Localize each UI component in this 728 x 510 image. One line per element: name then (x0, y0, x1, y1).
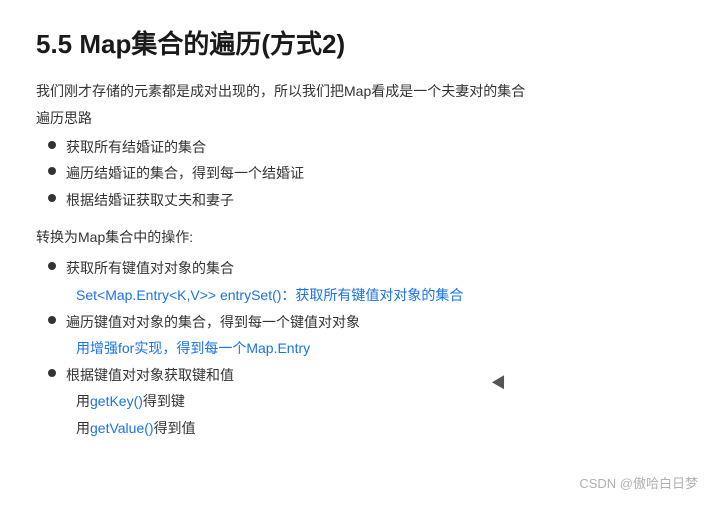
map-bullet-list: 获取所有键值对对象的集合 Set<Map.Entry<K,V>> entrySe… (48, 255, 692, 441)
list-item: 遍历结婚证的集合，得到每一个结婚证 (48, 160, 692, 187)
map-item-1-sub: Set<Map.Entry<K,V>> entrySet()：获取所有键值对对象… (76, 282, 692, 309)
cursor-indicator (494, 378, 508, 390)
analogy-item-1: 获取所有结婚证的集合 (66, 134, 206, 161)
list-item: 根据结婚证获取丈夫和妻子 (48, 187, 692, 214)
bullet-dot (48, 262, 56, 270)
map-list-item-3: 根据键值对对象获取键和值 用getKey()得到键 用getValue()得到值 (48, 362, 692, 442)
map-bullet-item: 根据键值对对象获取键和值 (48, 362, 692, 389)
map-list-item-2: 遍历键值对对象的集合，得到每一个键值对对象 用增强for实现，得到每一个Map.… (48, 309, 692, 362)
intro-line2: 遍历思路 (36, 108, 692, 128)
map-bullet-item: 获取所有键值对对象的集合 (48, 255, 692, 282)
analogy-list: 获取所有结婚证的集合 遍历结婚证的集合，得到每一个结婚证 根据结婚证获取丈夫和妻… (48, 134, 692, 214)
map-item-3-main: 根据键值对对象获取键和值 (66, 362, 234, 389)
bullet-dot (48, 141, 56, 149)
map-item-2-sub: 用增强for实现，得到每一个Map.Entry (76, 335, 692, 362)
bullet-dot (48, 167, 56, 175)
map-item-3-sub2: 用getValue()得到值 (76, 415, 692, 442)
map-bullet-item: 遍历键值对对象的集合，得到每一个键值对对象 (48, 309, 692, 336)
analogy-item-3: 根据结婚证获取丈夫和妻子 (66, 187, 234, 214)
map-item-2-main: 遍历键值对对象的集合，得到每一个键值对对象 (66, 309, 360, 336)
map-section: 转换为Map集合中的操作: 获取所有键值对对象的集合 Set<Map.Entry… (36, 227, 692, 441)
map-list-item-1: 获取所有键值对对象的集合 Set<Map.Entry<K,V>> entrySe… (48, 255, 692, 308)
map-item-1-sub-text: Set<Map.Entry<K,V>> entrySet()：获取所有键值对对象… (76, 287, 463, 303)
getkey-method: getKey() (90, 393, 143, 409)
bullet-dot (48, 194, 56, 202)
list-item: 获取所有结婚证的集合 (48, 134, 692, 161)
map-item-1-main: 获取所有键值对对象的集合 (66, 255, 234, 282)
map-item-3-sub1: 用getKey()得到键 (76, 388, 692, 415)
bullet-dot (48, 316, 56, 324)
intro-line1: 我们刚才存储的元素都是成对出现的，所以我们把Map看成是一个夫妻对的集合 (36, 80, 692, 104)
watermark: CSDN @傲哈白日梦 (579, 473, 698, 492)
map-item-2-sub-text: 用增强for实现，得到每一个Map.Entry (76, 340, 310, 356)
page-container: 5.5 Map集合的遍历(方式2) 我们刚才存储的元素都是成对出现的，所以我们把… (0, 0, 728, 510)
page-title: 5.5 Map集合的遍历(方式2) (36, 28, 692, 62)
bullet-dot (48, 369, 56, 377)
getvalue-method: getValue() (90, 420, 154, 436)
analogy-item-2: 遍历结婚证的集合，得到每一个结婚证 (66, 160, 304, 187)
map-item-3-sub1-text: 得到键 (143, 393, 185, 409)
map-item-3-sub2-text: 得到值 (154, 420, 196, 436)
map-section-label: 转换为Map集合中的操作: (36, 227, 692, 247)
